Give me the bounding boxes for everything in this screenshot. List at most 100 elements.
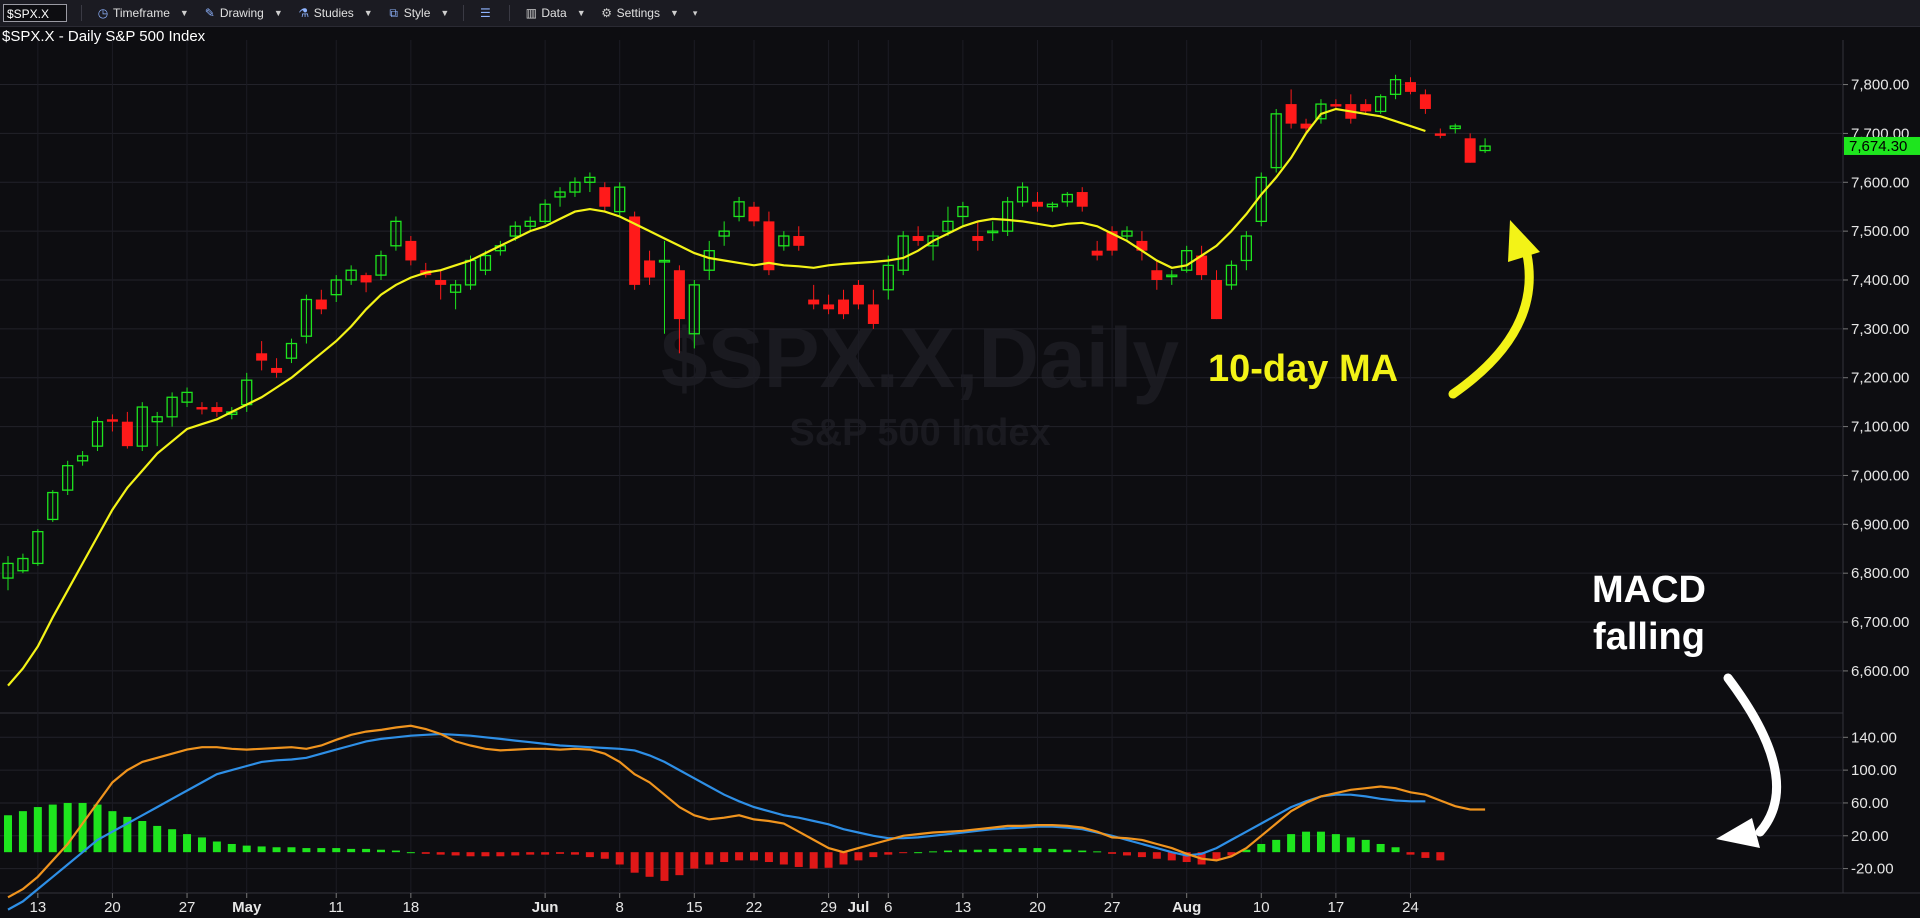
chevron-down-icon: ▼ [179,8,189,18]
drawing-menu[interactable]: ✎ Drawing ▼ [203,6,283,20]
histogram-bar [272,847,281,853]
histogram-bar [958,849,967,853]
candle-body [1434,133,1446,136]
histogram-bar [809,852,818,869]
price-tick-label: 7,000.00 [1851,467,1909,484]
histogram-bar [4,815,12,853]
candle-body [1091,250,1103,256]
time-tick-label: 13 [29,899,46,916]
symbol-input[interactable]: $SPX.X [3,4,67,22]
histogram-bar [600,852,609,859]
histogram-bar [406,852,415,854]
macd-tick-label: 60.00 [1851,795,1889,812]
histogram-bar [794,852,803,867]
price-tick-label: 7,100.00 [1851,419,1909,436]
price-tick-label: 6,600.00 [1851,663,1909,680]
candle-body [1031,201,1043,207]
candle-body [748,206,760,222]
histogram-bar [869,852,878,858]
time-tick-label: 11 [328,899,344,916]
time-axis[interactable]: 13 20 27 May 11 18 Jun 8 15 22 29 Jul 6 13 20 27 Aug 10 17… [29,893,1419,916]
settings-menu[interactable]: ⚙ Settings ▼ [600,6,679,20]
ma-annotation: 10-day MA [1208,348,1398,390]
histogram-bar [287,847,296,853]
histogram-bar [1376,843,1385,853]
histogram-bar [1272,839,1281,853]
candle-body [838,299,850,315]
macd-annotation-line1: MACD [1592,569,1706,611]
time-tick-label: 22 [746,899,763,916]
more-menu[interactable]: ▾ [693,8,698,19]
price-tick-label: 6,900.00 [1851,516,1909,533]
histogram-bar [93,804,102,853]
last-price-label: 7,674.30 [1849,138,1907,155]
price-chart[interactable]: $SPX.X,Daily S&P 500 Index 6,600.00 6,700… [0,40,1920,918]
price-tick-label: 7,500.00 [1851,223,1909,240]
histogram-bar [660,852,669,881]
candle-body [599,187,611,207]
histogram-bar [943,850,952,853]
time-tick-label: May [232,899,262,916]
bar-chart-icon: ▥ [525,6,537,20]
histogram-bar [645,852,654,877]
style-menu[interactable]: ⧉ Style ▼ [387,6,450,21]
candle-body [435,280,447,285]
histogram-bar [347,848,356,853]
macd-tick-label: -20.00 [1851,861,1894,878]
histogram-bar [511,852,520,856]
time-tick-label: 13 [955,899,972,916]
studies-menu[interactable]: ⚗ Studies ▼ [297,6,372,20]
histogram-bar [302,848,311,853]
time-tick-label: 6 [884,899,892,916]
candle-body [1285,104,1297,124]
histogram-bar [362,848,371,853]
histogram-bar [227,843,236,853]
histogram-bar [988,848,997,853]
layout-button[interactable]: ☰ [478,6,495,20]
histogram-bar [138,821,147,853]
histogram-bar [197,837,206,853]
histogram-bar [1137,852,1146,858]
histogram-bar [1331,834,1340,853]
histogram-bar [570,852,579,855]
histogram-bar [183,834,192,853]
histogram-bar [33,807,42,853]
timeframe-menu[interactable]: ◷ Timeframe ▼ [96,6,189,20]
price-axis[interactable]: 6,600.00 6,700.00 6,800.00 6,900.00 7,000.00… [1843,77,1920,878]
histogram-bar [377,849,385,853]
histogram-bar [466,852,475,857]
histogram-bar [153,825,162,853]
histogram-bar [332,848,341,853]
chevron-down-icon: ▼ [440,8,450,18]
histogram-bar [1257,843,1266,853]
candle-body [106,419,118,422]
time-tick-label: 27 [1104,899,1121,916]
macd-line [7,732,1426,911]
candle-body [823,304,835,310]
histogram-bar [556,852,565,854]
clock-icon: ◷ [97,6,109,20]
timeframe-label: Timeframe [113,6,170,20]
histogram-bar [973,849,982,853]
histogram-bar [242,845,251,853]
histogram-bar [1093,851,1102,853]
histogram-bar [317,848,326,853]
macd-arrow-shaft [1723,673,1782,837]
data-menu[interactable]: ▥ Data ▼ [524,6,586,20]
histogram-bar [750,852,758,861]
candle-body [196,407,208,410]
histogram-bar [1152,852,1161,859]
layout-icon: ☰ [479,6,491,20]
histogram-bar [884,852,893,855]
candle-body [912,236,924,241]
histogram-bar [1123,852,1131,856]
histogram-bar [1287,834,1296,853]
time-tick-label: 8 [616,899,624,916]
chevron-down-icon: ▼ [576,8,586,18]
time-tick-label: Jun [532,899,559,916]
histogram-bar [1302,831,1311,853]
candle-body [360,275,372,283]
candle-body [852,284,864,305]
histogram-bar [421,852,430,854]
price-tick-label: 6,700.00 [1851,614,1909,631]
